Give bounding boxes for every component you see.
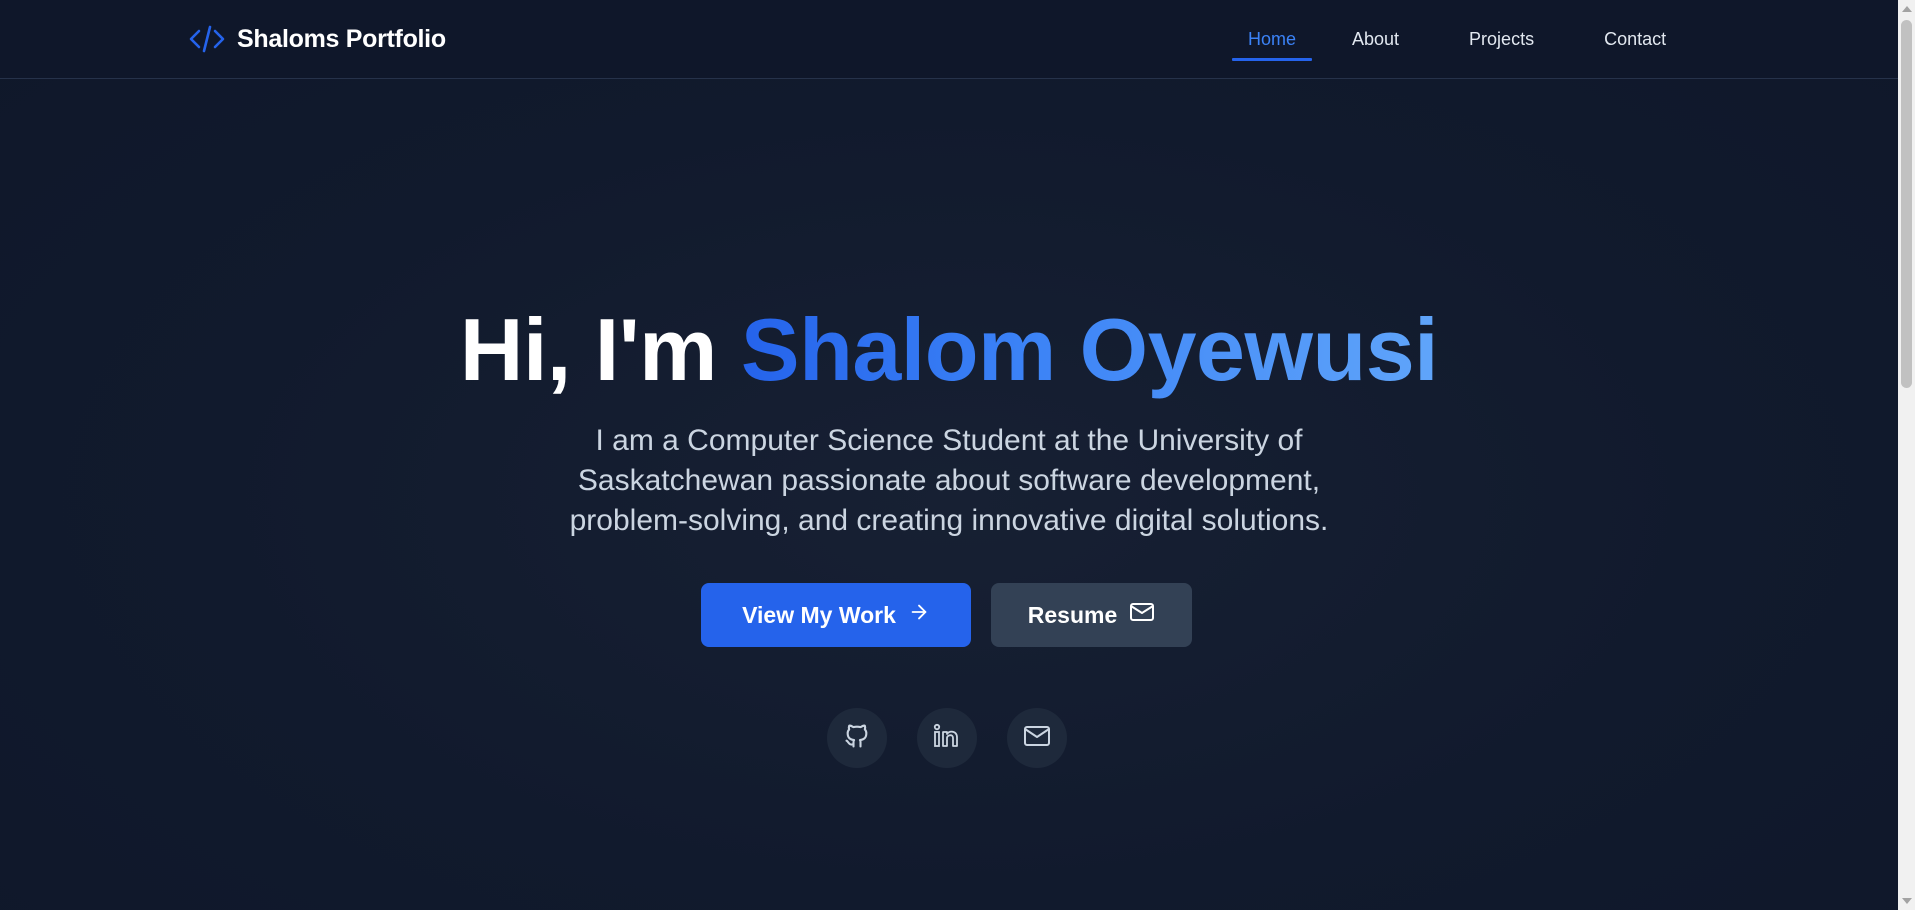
linkedin-link[interactable]	[917, 708, 977, 768]
navbar: Shaloms Portfolio Home About Projects Co…	[0, 0, 1898, 79]
hero-description-line: I am a Computer Science Student at the U…	[595, 424, 1303, 457]
hero-description-line: Saskatchewan passionate about software d…	[577, 464, 1321, 497]
nav-link-home[interactable]: Home	[1232, 0, 1312, 79]
hero-description: I am a Computer Science Student at the U…	[0, 421, 1898, 541]
hero-actions: View My Work Resume	[701, 583, 1192, 647]
hero-greeting: Hi, I'm	[459, 300, 741, 399]
nav-link-contact[interactable]: Contact	[1604, 0, 1666, 79]
vertical-scrollbar[interactable]	[1898, 0, 1915, 910]
nav-link-projects[interactable]: Projects	[1469, 0, 1534, 79]
brand-logo-link[interactable]: Shaloms Portfolio	[187, 22, 446, 56]
scrollbar-thumb[interactable]	[1901, 20, 1912, 388]
nav-links: Home About Projects Contact	[1232, 0, 1666, 79]
scroll-down-arrow-icon[interactable]	[1902, 898, 1912, 904]
code-brackets-icon	[187, 22, 227, 56]
page: Shaloms Portfolio Home About Projects Co…	[0, 0, 1898, 910]
brand-name: Shaloms Portfolio	[237, 24, 446, 53]
view-my-work-label: View My Work	[742, 601, 896, 628]
view-my-work-button[interactable]: View My Work	[701, 583, 971, 647]
hero-description-line: problem-solving, and creating innovative…	[569, 504, 1329, 537]
scroll-up-arrow-icon[interactable]	[1902, 6, 1912, 12]
resume-button[interactable]: Resume	[991, 583, 1192, 647]
linkedin-icon	[932, 722, 962, 755]
resume-label: Resume	[1027, 601, 1118, 628]
mail-icon	[1022, 724, 1052, 753]
mail-icon	[1129, 601, 1155, 629]
hero-name: Shalom Oyewusi	[740, 300, 1439, 399]
hero-title: Hi, I'm Shalom Oyewusi	[0, 290, 1898, 410]
nav-link-about[interactable]: About	[1352, 0, 1399, 79]
social-links	[827, 708, 1067, 768]
github-link[interactable]	[827, 708, 887, 768]
github-icon	[843, 722, 871, 755]
email-link[interactable]	[1007, 708, 1067, 768]
arrow-right-icon	[908, 601, 930, 629]
